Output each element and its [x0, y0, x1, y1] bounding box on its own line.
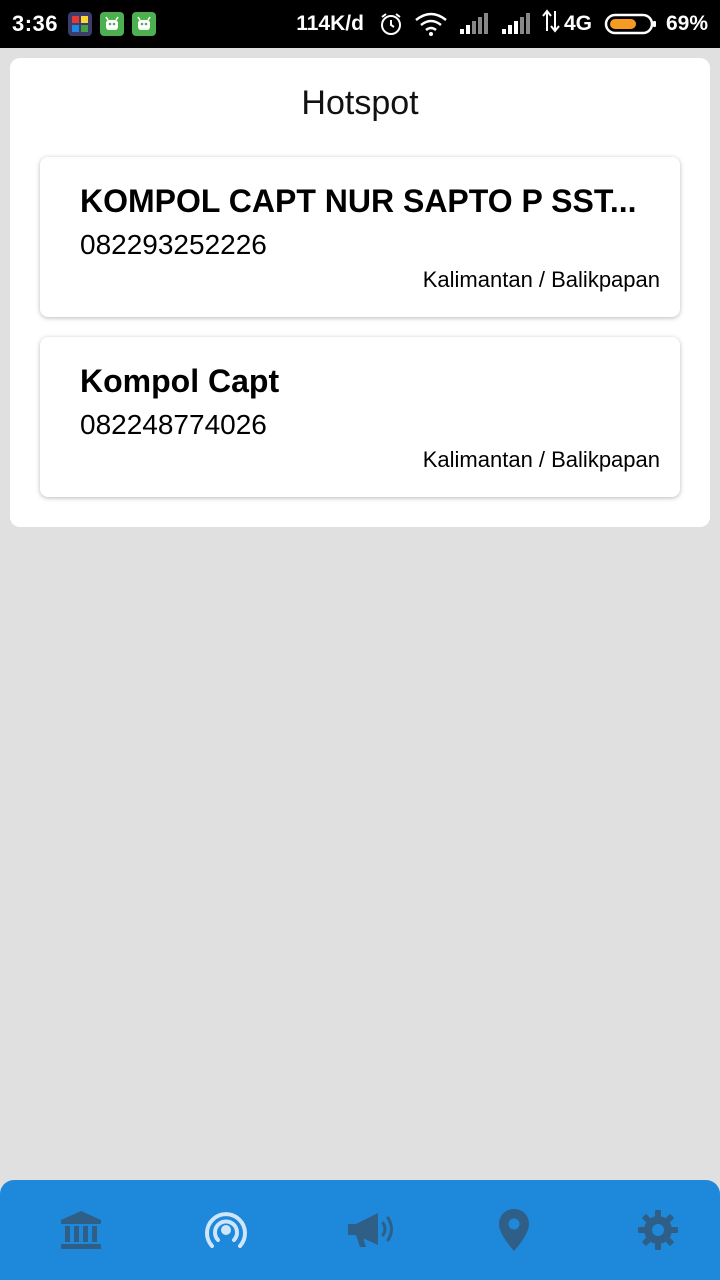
contact-phone: 082248774026 — [80, 409, 267, 440]
contact-name: Kompol Capt — [80, 363, 280, 399]
nav-home-button[interactable] — [55, 1204, 107, 1256]
hotspot-card[interactable]: Kompol Capt 082248774026 Kalimantan / Ba… — [40, 337, 680, 497]
android-app-icon — [100, 12, 125, 36]
status-bar-left: 3:36 — [12, 11, 164, 37]
contact-phone: 082293252226 — [80, 229, 267, 260]
hotspot-icon — [205, 1212, 247, 1248]
data-transfer-icon — [542, 9, 560, 39]
location-pin-icon — [499, 1209, 529, 1251]
network-speed: 114K/d — [296, 12, 364, 35]
android-app-icon — [132, 12, 157, 36]
signal-icon — [458, 12, 490, 36]
page-title: Hotspot — [301, 84, 419, 122]
nav-settings-button[interactable] — [632, 1204, 684, 1256]
nav-announcement-button[interactable] — [344, 1204, 396, 1256]
megaphone-icon — [348, 1213, 393, 1247]
network-type-label: 4G — [563, 12, 592, 35]
battery-percent: 69% — [665, 12, 708, 35]
status-bar-right: 114K/d 4G 69% — [296, 9, 708, 39]
wifi-icon — [414, 11, 448, 37]
gear-icon — [638, 1210, 678, 1250]
bottom-nav — [0, 1180, 720, 1280]
hotspot-card[interactable]: KOMPOL CAPT NUR SAPTO P SST... 082293252… — [40, 157, 680, 317]
signal-icon — [500, 12, 532, 36]
network-type: 4G — [542, 9, 592, 39]
status-time: 3:36 — [12, 11, 59, 36]
battery-icon — [604, 12, 658, 36]
contact-location: Kalimantan / Balikpapan — [422, 267, 660, 292]
nav-location-button[interactable] — [488, 1204, 540, 1256]
contact-name: KOMPOL CAPT NUR SAPTO P SST... — [80, 183, 637, 219]
alarm-icon — [378, 11, 404, 37]
puzzle-app-icon — [68, 12, 93, 36]
nav-hotspot-button[interactable] — [200, 1204, 252, 1256]
status-bar: 3:36 114K/d 4G 69% — [0, 0, 720, 48]
contact-location: Kalimantan / Balikpapan — [422, 447, 660, 472]
bank-icon — [61, 1211, 101, 1249]
